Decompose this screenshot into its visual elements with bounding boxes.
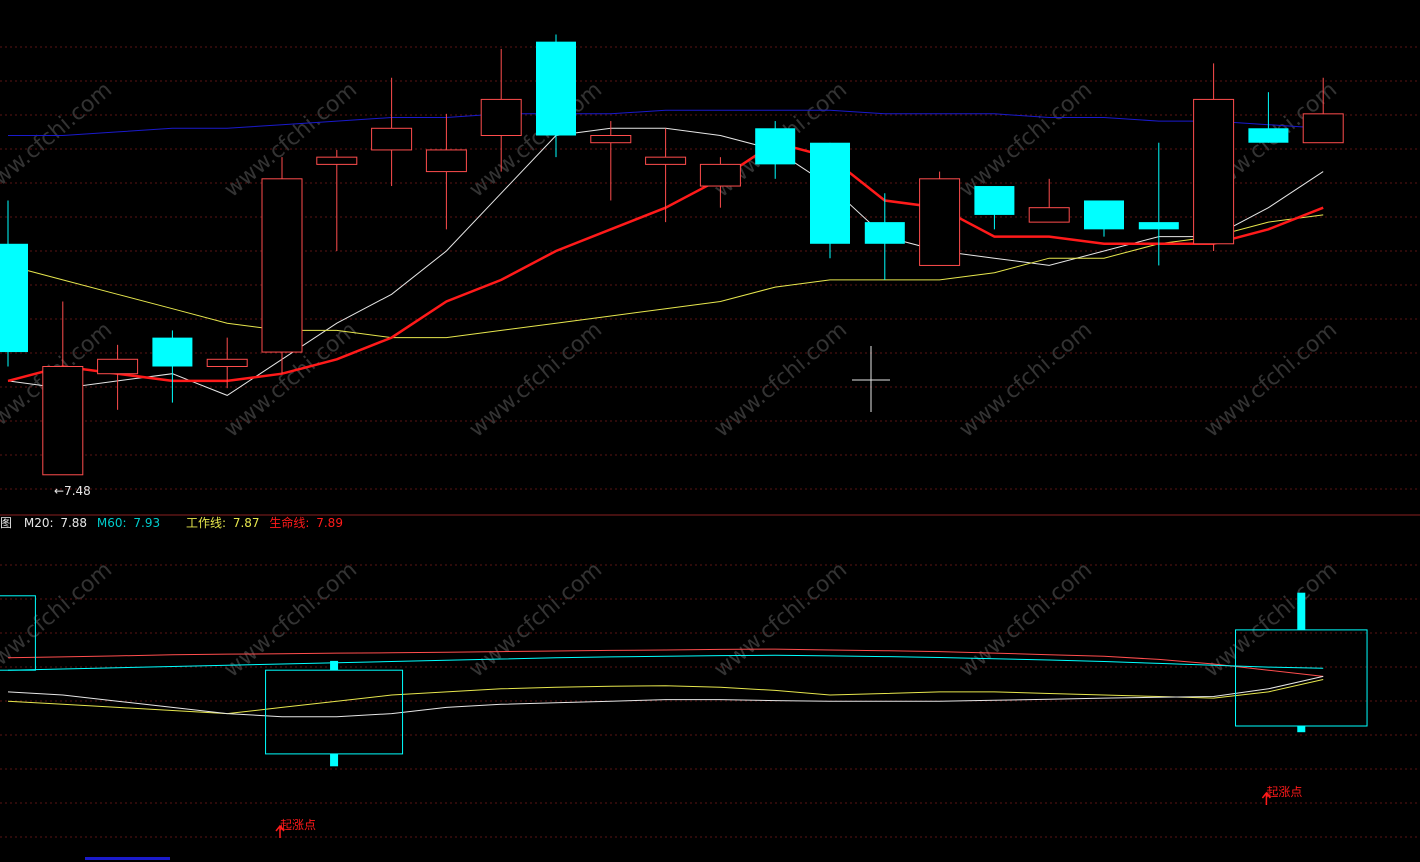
candle-body xyxy=(755,128,796,165)
legend-prefix: 图 xyxy=(0,516,12,530)
candle-body xyxy=(97,358,139,375)
scroll-indicator[interactable] xyxy=(85,857,170,860)
candle-body xyxy=(974,186,1015,215)
candle-body xyxy=(810,142,850,244)
candle-body xyxy=(1084,200,1124,230)
candle-body xyxy=(864,222,905,244)
candle-body xyxy=(316,156,358,165)
candle-body xyxy=(536,41,576,136)
candle-body xyxy=(1248,128,1289,143)
legend-m60-value: 7.93 xyxy=(133,516,160,530)
legend-life-value: 7.89 xyxy=(316,516,343,530)
legend-work-label: 工作线: xyxy=(186,516,226,530)
legend-m60-label: M60: xyxy=(97,516,127,530)
indicator-box-stick xyxy=(1297,592,1306,630)
candle-body xyxy=(42,366,84,476)
candle-body xyxy=(261,178,303,353)
indicator-box-stick xyxy=(330,753,339,767)
candle-body xyxy=(480,98,522,136)
candle-body xyxy=(1028,207,1070,223)
legend-m20-value: 7.88 xyxy=(60,516,87,530)
low-price-marker: ←7.48 xyxy=(54,484,91,498)
candle xyxy=(810,142,850,259)
candle xyxy=(919,171,961,266)
candle xyxy=(261,157,303,374)
legend-work-value: 7.87 xyxy=(233,516,260,530)
candle-body xyxy=(371,127,413,151)
indicator-box-stick xyxy=(1297,726,1306,733)
candle-body xyxy=(645,156,687,165)
candle-body xyxy=(1138,222,1179,230)
candle-body xyxy=(425,149,467,173)
candle-body xyxy=(590,135,632,144)
candle-body xyxy=(699,163,741,187)
legend-life-label: 生命线: xyxy=(269,515,309,530)
candle-body xyxy=(0,243,28,353)
candle-body xyxy=(1193,98,1235,245)
legend-m20-label: M20: xyxy=(24,516,54,530)
signal-label: 起涨点 xyxy=(280,817,316,832)
indicator-box-stick xyxy=(330,660,339,671)
signal-label: 起涨点 xyxy=(1266,784,1302,799)
candle-body xyxy=(919,178,961,266)
candle-body xyxy=(152,337,193,367)
candle-body xyxy=(1302,113,1344,144)
stock-chart: www.cfchi.com www.cfchi.com www.cfchi.com w… xyxy=(0,0,1420,862)
candle-body xyxy=(206,358,248,367)
